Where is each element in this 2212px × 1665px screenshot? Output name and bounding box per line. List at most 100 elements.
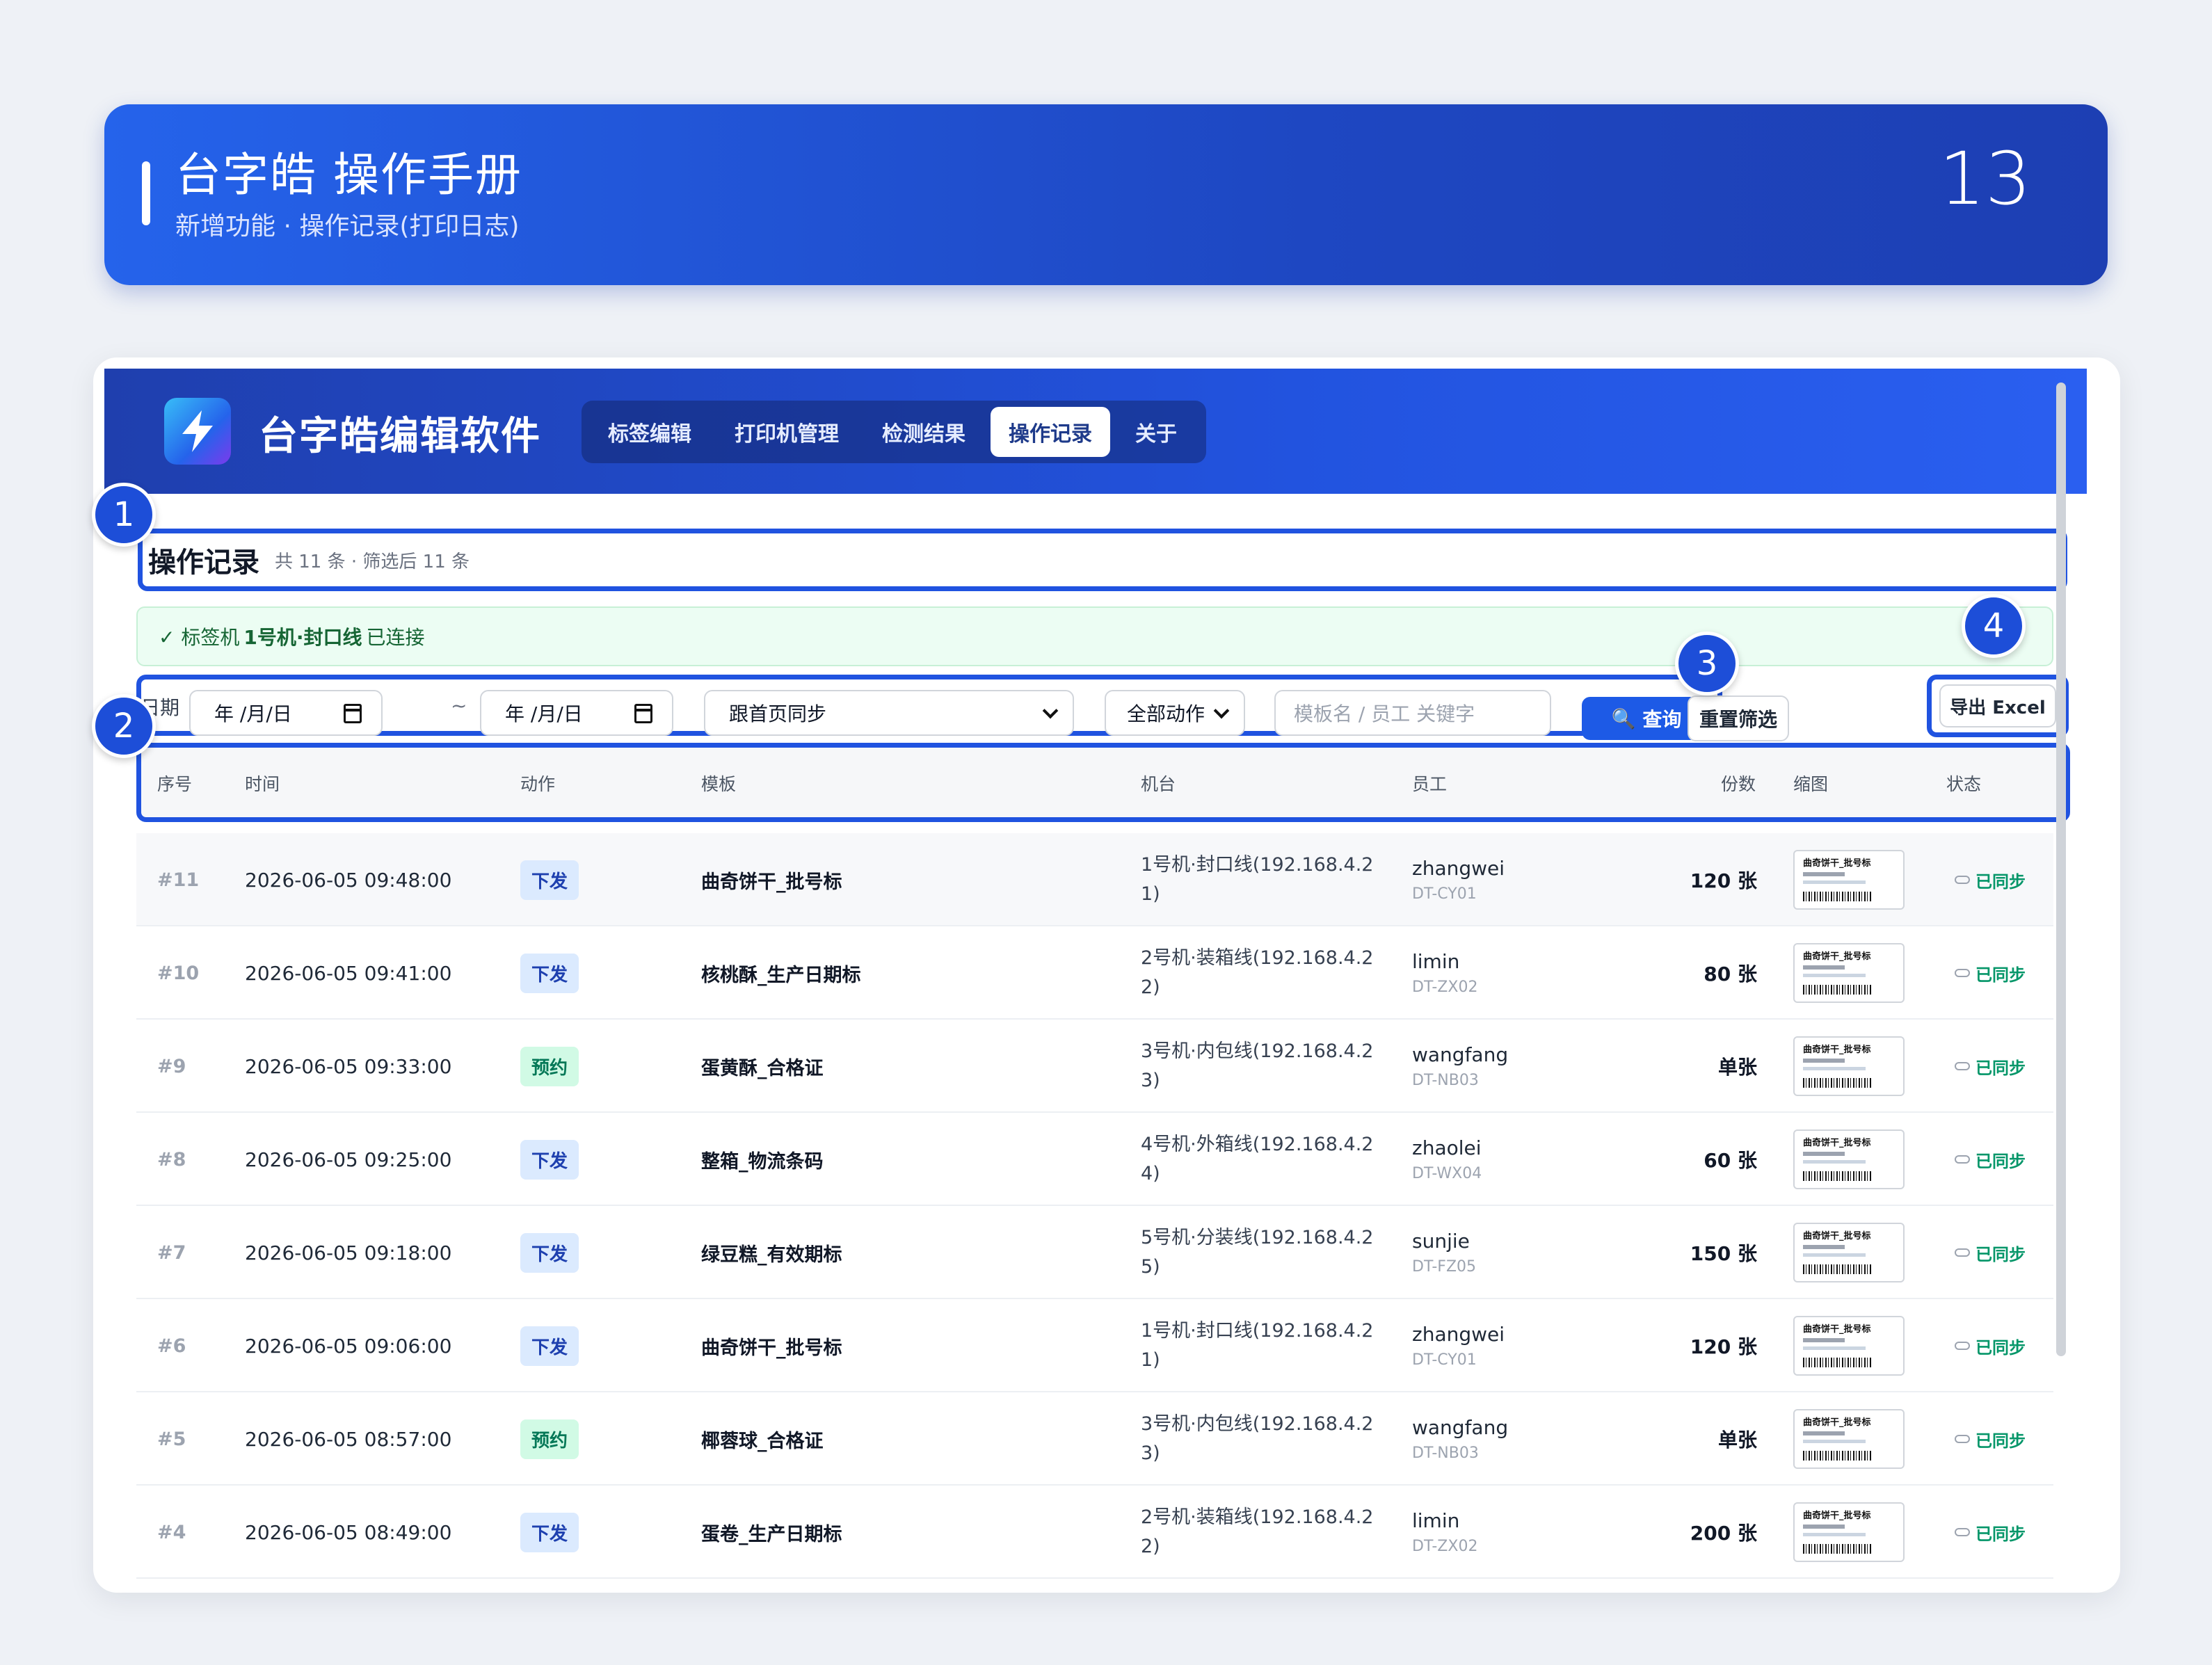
label-thumbnail[interactable]: 曲奇饼干_批号标: [1793, 1502, 1905, 1562]
status-text: 已同步: [1975, 965, 2026, 985]
row-thumbnail[interactable]: 曲奇饼干_批号标: [1793, 1579, 1905, 1582]
label-thumbnail[interactable]: 曲奇饼干_批号标: [1793, 943, 1905, 1003]
screenshot-card: 台字皓编辑软件 标签编辑 打印机管理 检测结果 操作记录 关于 操作记录 共 1…: [93, 357, 2120, 1593]
row-time: 2026-06-05 09:25:00: [245, 1148, 452, 1171]
table-row[interactable]: #6 2026-06-05 09:06:00 下发 曲奇饼干_批号标 1号机·封口线(1…: [136, 1299, 2053, 1392]
row-action: 下发: [520, 1486, 579, 1579]
row-thumbnail[interactable]: 曲奇饼干_批号标: [1793, 1299, 1905, 1392]
main-nav: 标签编辑 打印机管理 检测结果 操作记录 关于: [582, 401, 1206, 463]
status-text: 已同步: [1975, 871, 2026, 892]
table-row[interactable]: #7 2026-06-05 09:18:00 下发 绿豆糕_有效期标 5号机·分装线(1…: [136, 1206, 2053, 1299]
cloud-icon: [1955, 1528, 1970, 1536]
chevron-down-icon: [1213, 702, 1230, 719]
label-thumbnail[interactable]: 曲奇饼干_批号标: [1793, 1316, 1905, 1376]
col-id[interactable]: 序号: [157, 762, 192, 804]
date-to-input[interactable]: 年 /月/日: [480, 690, 673, 736]
row-thumbnail[interactable]: 曲奇饼干_批号标: [1793, 1206, 1905, 1299]
label-thumbnail[interactable]: 曲奇饼干_批号标: [1793, 1129, 1905, 1189]
barcode-icon: [1803, 1451, 1873, 1461]
table-row[interactable]: #11 2026-06-05 09:48:00 下发 曲奇饼干_批号标 1号机·封口线(…: [136, 833, 2053, 926]
employee-code: DT-ZX02: [1412, 1538, 1478, 1555]
row-action: 预约: [520, 1020, 579, 1113]
thumbnail-line: [1803, 872, 1845, 876]
table-row[interactable]: #10 2026-06-05 09:41:00 下发 核桃酥_生产日期标 2号机·装箱线…: [136, 926, 2053, 1020]
row-time: 2026-06-05 08:49:00: [245, 1520, 452, 1544]
page-sync-select[interactable]: 跟首页同步: [704, 690, 1074, 736]
label-thumbnail[interactable]: 曲奇饼干_批号标: [1793, 1409, 1905, 1469]
col-machine[interactable]: 机台: [1141, 762, 1176, 804]
col-action[interactable]: 动作: [520, 762, 555, 804]
col-time[interactable]: 时间: [245, 762, 280, 804]
tab-inspection-results[interactable]: 检测结果: [864, 407, 984, 457]
row-template: 核桃酥_生产日期标: [701, 964, 861, 986]
row-action: 预约: [520, 1392, 579, 1486]
tab-label-edit[interactable]: 标签编辑: [590, 407, 710, 457]
manual-header-banner: 台字皓 操作手册 新增功能 · 操作记录(打印日志) 13: [104, 104, 2108, 285]
col-thumbnail[interactable]: 缩图: [1793, 762, 1828, 804]
row-status: 已同步: [1955, 1206, 2026, 1299]
row-thumbnail[interactable]: 曲奇饼干_批号标: [1793, 1113, 1905, 1206]
cloud-icon: [1955, 1248, 1970, 1257]
employee-code: DT-ZX02: [1412, 979, 1478, 996]
row-time: 2026-06-05 09:33:00: [245, 1054, 452, 1078]
action-badge: 下发: [520, 953, 579, 993]
date-separator: ~: [451, 694, 467, 717]
row-thumbnail[interactable]: 曲奇饼干_批号标: [1793, 1486, 1905, 1579]
thumbnail-title: 曲奇饼干_批号标: [1803, 1511, 1871, 1521]
reset-filter-button[interactable]: 重置筛选: [1688, 695, 1789, 741]
row-thumbnail[interactable]: 曲奇饼干_批号标: [1793, 1020, 1905, 1113]
row-machine: 3号机·内包线(192.168.4.23): [1141, 1413, 1374, 1464]
row-employee: zhangwei DT-CY01: [1412, 833, 1505, 926]
row-thumbnail[interactable]: 曲奇饼干_批号标: [1793, 833, 1905, 926]
table-row[interactable]: #8 2026-06-05 09:25:00 下发 整箱_物流条码 4号机·外箱线(19…: [136, 1113, 2053, 1206]
row-machine: 2号机·装箱线(192.168.4.22): [1141, 1506, 1374, 1557]
action-badge: 下发: [520, 860, 579, 900]
col-employee[interactable]: 员工: [1412, 762, 1447, 804]
table-row[interactable]: #9 2026-06-05 09:33:00 预约 蛋黄酥_合格证 3号机·内包线(19…: [136, 1020, 2053, 1113]
export-excel-button[interactable]: 导出 Excel: [1939, 684, 2056, 727]
row-quantity: 120 张: [1690, 869, 1757, 892]
table-row[interactable]: 4号机·外箱线(192.168.4.2 zhaolei 曲奇饼干_批号标: [136, 1579, 2053, 1582]
employee-name: zhaolei: [1412, 1136, 1482, 1159]
calendar-icon[interactable]: [344, 704, 362, 723]
thumbnail-title: 曲奇饼干_批号标: [1803, 858, 1871, 869]
thumbnail-line: [1803, 1059, 1845, 1063]
action-badge: 下发: [520, 1326, 579, 1366]
manual-subtitle: 新增功能 · 操作记录(打印日志): [175, 212, 520, 241]
thumbnail-title: 曲奇饼干_批号标: [1803, 951, 1871, 962]
thumbnail-line: [1803, 1440, 1866, 1443]
tab-operation-log[interactable]: 操作记录: [991, 407, 1110, 457]
row-thumbnail[interactable]: 曲奇饼干_批号标: [1793, 926, 1905, 1020]
row-id: #8: [157, 1148, 186, 1171]
employee-name: limin: [1412, 1509, 1460, 1532]
barcode-icon: [1803, 1358, 1873, 1367]
date-from-input[interactable]: 年 /月/日: [189, 690, 383, 736]
status-text: 已同步: [1975, 1524, 2026, 1544]
action-filter-select[interactable]: 全部动作: [1105, 690, 1245, 736]
col-quantity[interactable]: 份数: [1721, 762, 1756, 804]
row-machine: 3号机·内包线(192.168.4.23): [1141, 1040, 1374, 1091]
thumbnail-line: [1803, 1525, 1845, 1529]
keyword-search-input[interactable]: 模板名 / 员工 关键字: [1274, 690, 1551, 736]
tab-about[interactable]: 关于: [1117, 407, 1195, 457]
cloud-icon: [1955, 876, 1970, 884]
row-action: 下发: [520, 1299, 579, 1392]
row-thumbnail[interactable]: 曲奇饼干_批号标: [1793, 1392, 1905, 1486]
table-row[interactable]: #4 2026-06-05 08:49:00 下发 蛋卷_生产日期标 2号机·装箱线(1…: [136, 1486, 2053, 1579]
row-quantity: [1653, 1579, 1757, 1582]
table-row[interactable]: #5 2026-06-05 08:57:00 预约 椰蓉球_合格证 3号机·内包线(19…: [136, 1392, 2053, 1486]
row-status: 已同步: [1955, 1392, 2026, 1486]
row-machine: 2号机·装箱线(192.168.4.22): [1141, 947, 1374, 998]
status-text: 已同步: [1975, 1244, 2026, 1264]
label-thumbnail[interactable]: 曲奇饼干_批号标: [1793, 1223, 1905, 1282]
label-thumbnail[interactable]: 曲奇饼干_批号标: [1793, 850, 1905, 910]
col-status[interactable]: 状态: [1946, 762, 1981, 804]
label-thumbnail[interactable]: 曲奇饼干_批号标: [1793, 1036, 1905, 1096]
vertical-scrollbar[interactable]: [2056, 383, 2066, 1356]
col-template[interactable]: 模板: [701, 762, 736, 804]
row-employee: zhaolei: [1412, 1579, 1482, 1582]
calendar-icon[interactable]: [634, 704, 652, 723]
manual-title: 台字皓 操作手册: [175, 148, 522, 202]
tab-printer-management[interactable]: 打印机管理: [716, 407, 857, 457]
printer-connection-banner: ✓ 标签机 1号机·封口线 已连接: [136, 606, 2053, 666]
